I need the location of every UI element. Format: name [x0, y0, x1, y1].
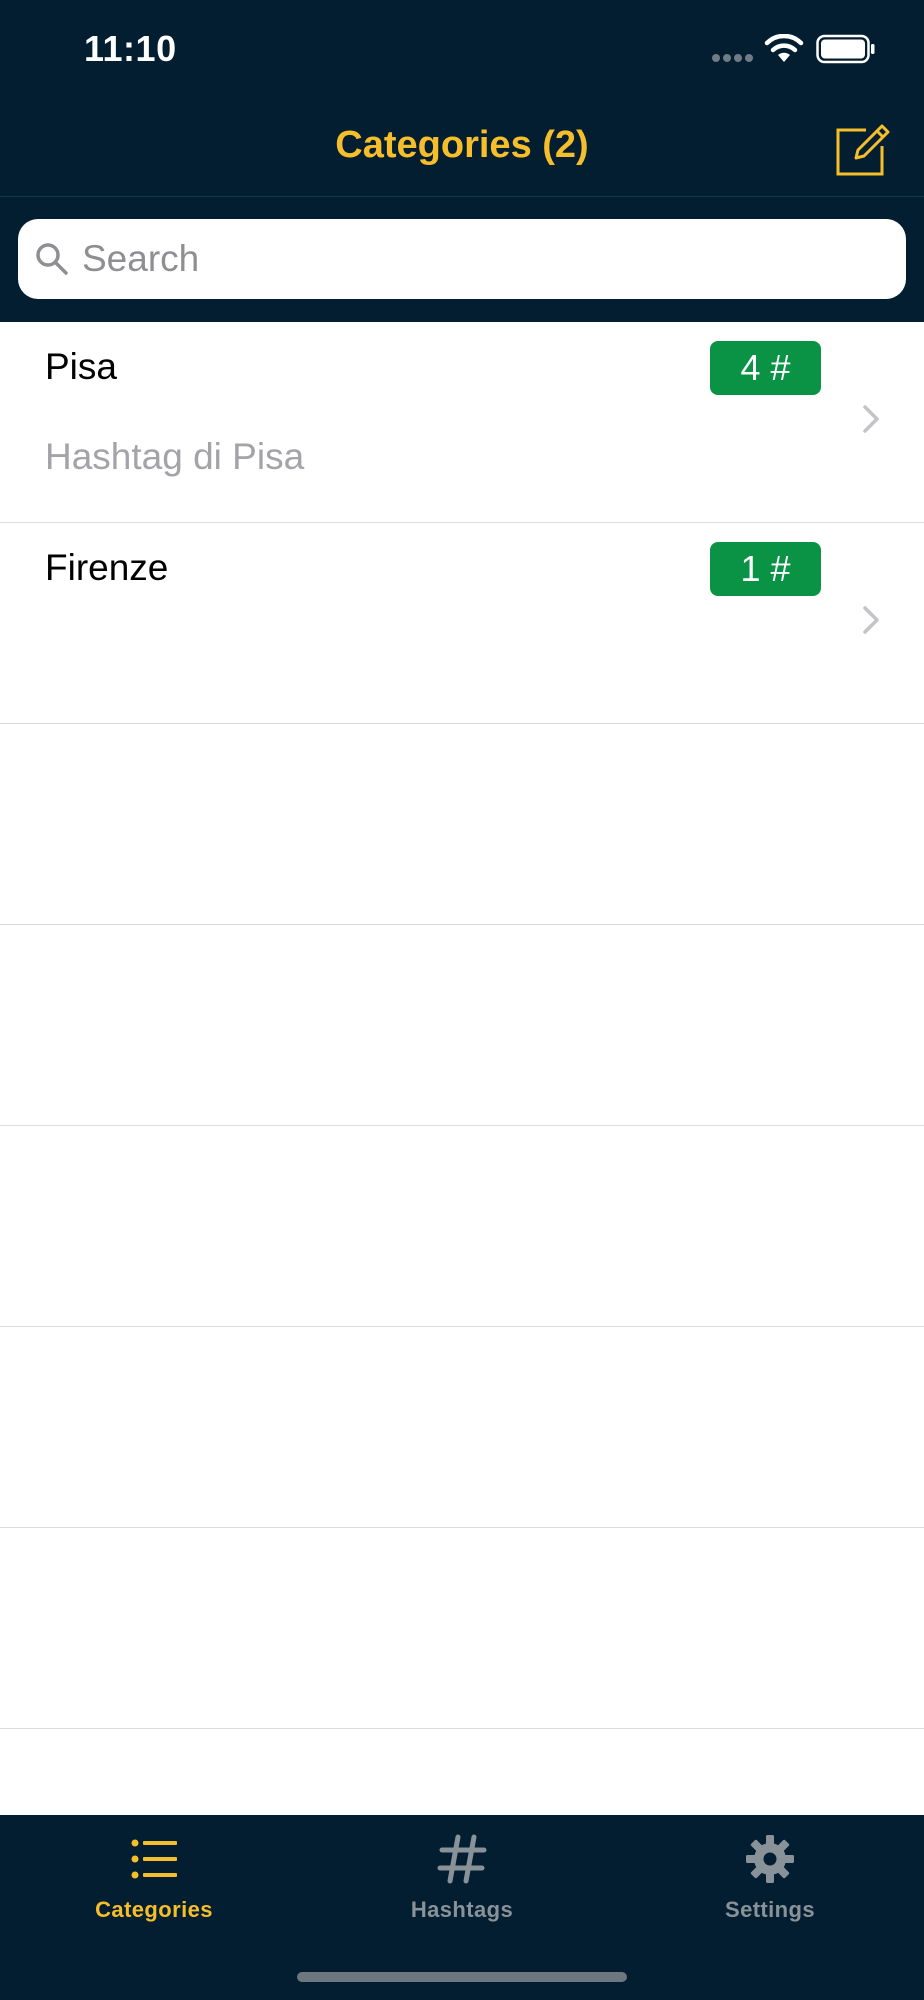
battery-icon — [816, 34, 875, 64]
empty-row — [0, 1327, 924, 1528]
wifi-icon — [764, 34, 804, 62]
page-title: Categories (2) — [335, 124, 589, 166]
list-item-category[interactable]: Firenze 1 # — [0, 523, 924, 724]
add-category-button[interactable] — [832, 120, 892, 180]
category-name: Pisa — [45, 346, 117, 387]
nav-divider — [0, 196, 924, 197]
tab-label: Settings — [725, 1897, 815, 1922]
hashtag-count-badge: 4 # — [710, 341, 821, 395]
navigation-bar: Categories (2) — [0, 100, 924, 196]
category-description: Hashtag di Pisa — [45, 436, 305, 477]
hashtag-count-badge: 1 # — [710, 542, 821, 596]
empty-row — [0, 1126, 924, 1327]
empty-row — [0, 925, 924, 1126]
top-bar: 11:10 Categories (2) — [0, 0, 924, 322]
cellular-signal-icon — [712, 54, 754, 64]
search-icon — [36, 243, 68, 275]
compose-icon — [836, 124, 890, 176]
screen: 11:10 Categories (2) Search Pisa Hashtag… — [0, 0, 924, 2000]
empty-row — [0, 1528, 924, 1729]
gear-icon — [746, 1835, 794, 1883]
status-time: 11:10 — [84, 28, 177, 69]
tab-label: Categories — [95, 1897, 213, 1922]
chevron-right-icon — [863, 405, 879, 433]
category-name: Firenze — [45, 547, 169, 588]
tab-categories[interactable]: Categories — [0, 1815, 308, 1935]
tab-settings[interactable]: Settings — [616, 1815, 924, 1935]
search-input[interactable] — [82, 219, 882, 299]
tab-hashtags[interactable]: Hashtags — [308, 1815, 616, 1935]
home-indicator — [297, 1972, 627, 1982]
search-field[interactable] — [18, 219, 906, 299]
empty-row — [0, 724, 924, 925]
list-icon — [131, 1839, 177, 1879]
chevron-right-icon — [863, 606, 879, 634]
categories-list: Pisa Hashtag di Pisa 4 # Firenze 1 # — [0, 322, 924, 1729]
hashtag-icon — [437, 1834, 487, 1884]
tab-label: Hashtags — [410, 1897, 514, 1922]
list-item-category[interactable]: Pisa Hashtag di Pisa 4 # — [0, 322, 924, 523]
status-bar: 11:10 — [0, 0, 924, 100]
